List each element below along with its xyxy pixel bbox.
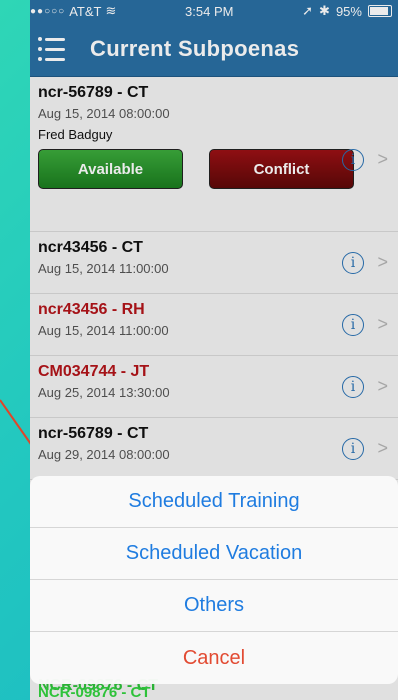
phone-screen: ●●○○○ AT&T ≋ 3:54 PM ➚ ✱ 95% Current Sub…	[30, 0, 398, 700]
others-option[interactable]: Others	[30, 580, 398, 632]
scheduled-vacation-option[interactable]: Scheduled Vacation	[30, 528, 398, 580]
scheduled-training-option[interactable]: Scheduled Training	[30, 476, 398, 528]
action-sheet-options: Scheduled Training Scheduled Vacation Ot…	[30, 476, 398, 684]
partial-list-item: NCR-09876 - CT	[38, 684, 151, 700]
cancel-button[interactable]: Cancel	[30, 632, 398, 684]
